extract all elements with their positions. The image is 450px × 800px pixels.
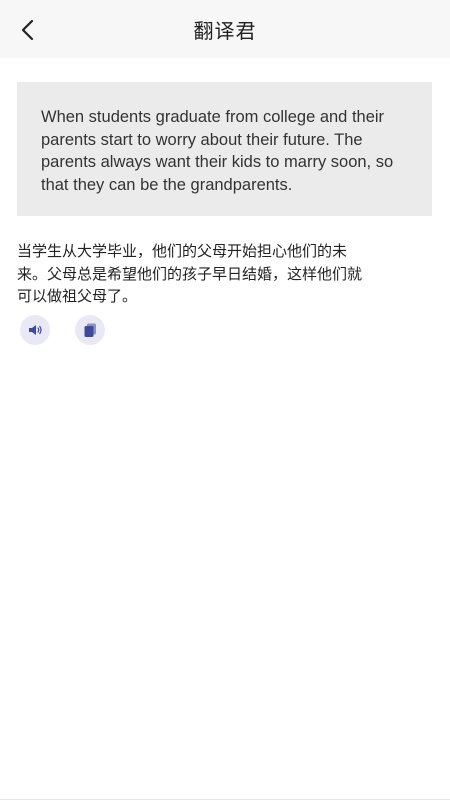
- page-title: 翻译君: [193, 19, 257, 43]
- copy-icon: [84, 323, 96, 337]
- copy-button[interactable]: [75, 315, 105, 345]
- speak-button[interactable]: [20, 315, 50, 345]
- source-text-panel: When students graduate from college and …: [17, 82, 432, 216]
- top-bar: 翻译君: [0, 0, 450, 58]
- source-text: When students graduate from college and …: [41, 108, 394, 194]
- translation-text: 当学生从大学毕业，他们的父母开始担心他们的未来。父母总是希望他们的孩子早日结婚，…: [17, 242, 363, 305]
- speaker-icon: [29, 325, 42, 335]
